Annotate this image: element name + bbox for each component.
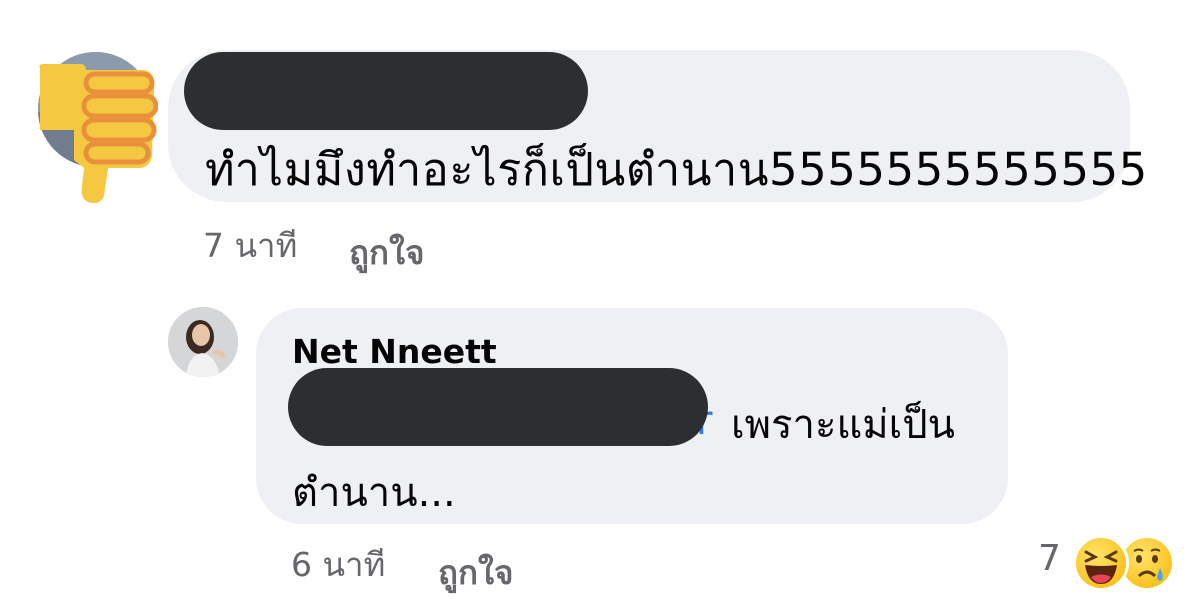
comment-timestamp[interactable]: 7 นาที [203, 219, 297, 272]
thumbs-down-icon [34, 60, 159, 206]
redacted-commenter-name [184, 52, 588, 130]
redacted-mention [288, 368, 708, 446]
comment-text: ทำไมมึงทำอะไรก็เป็นตำนาน5555555555555 [205, 143, 1148, 196]
reply-author-avatar[interactable] [168, 307, 238, 377]
laughing-emoji-icon[interactable] [1073, 535, 1129, 591]
reply-like-button[interactable]: ถูกใจ [438, 546, 513, 599]
reply-text-line-2: ตำนาน... [292, 470, 456, 516]
reaction-count[interactable]: 7 [1038, 538, 1061, 579]
reply-timestamp[interactable]: 6 นาที [291, 538, 385, 591]
reply-text-line-1: เพราะแม่เป็น [731, 402, 956, 448]
comment-like-button[interactable]: ถูกใจ [349, 226, 424, 279]
reply-author-name[interactable]: Net Nneett [292, 332, 497, 371]
